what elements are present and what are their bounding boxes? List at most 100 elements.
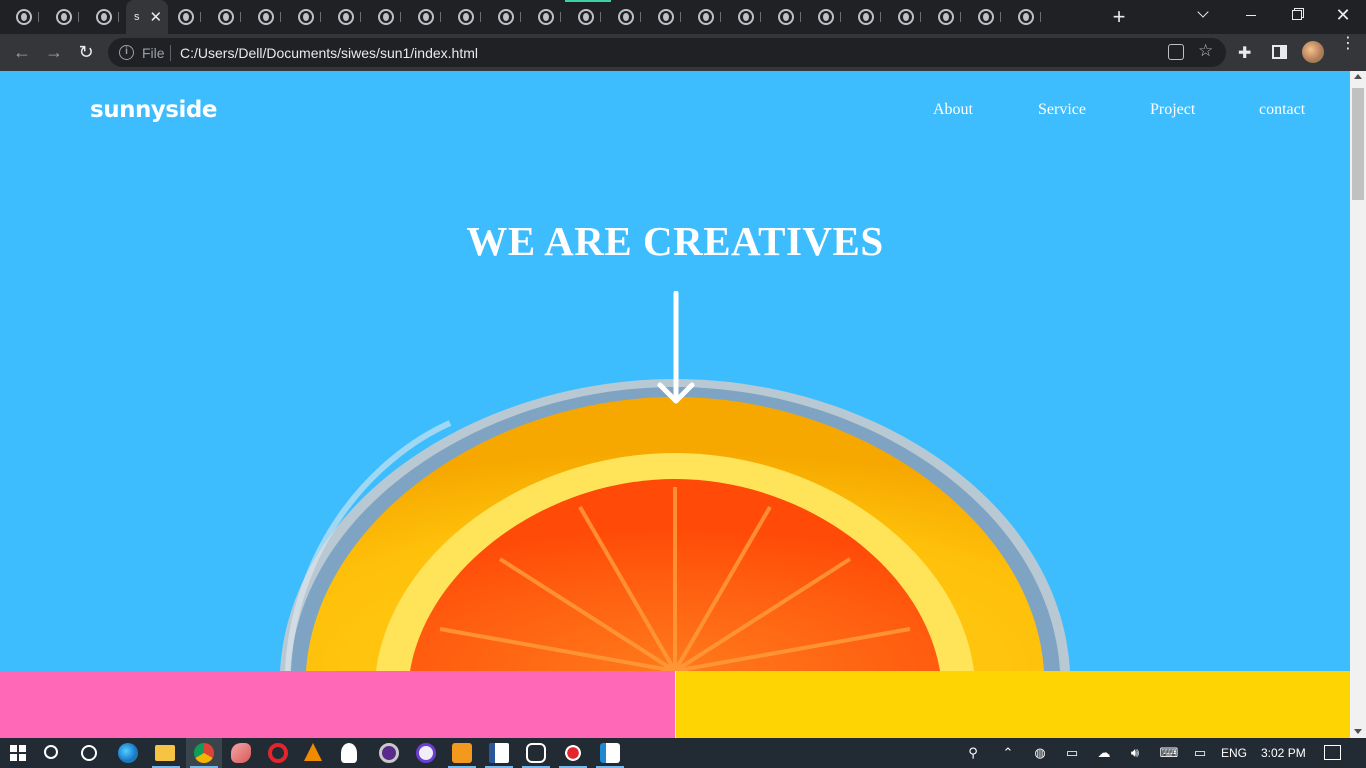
chevron-down-icon[interactable] xyxy=(1196,6,1214,24)
share-icon[interactable] xyxy=(1168,44,1184,60)
opera-icon[interactable] xyxy=(268,743,288,763)
restore-button[interactable] xyxy=(1274,0,1320,30)
browser-tab[interactable] xyxy=(568,0,608,34)
code-editor-icon[interactable] xyxy=(600,743,620,763)
globe-icon xyxy=(818,9,834,25)
back-button[interactable]: ← xyxy=(8,38,36,66)
arrow-right-icon: → xyxy=(45,41,63,62)
obs-icon[interactable] xyxy=(379,743,399,763)
search-icon[interactable] xyxy=(44,745,58,759)
browser-tab[interactable] xyxy=(648,0,688,34)
display-icon[interactable]: ▭ xyxy=(1192,745,1208,761)
new-tab-button[interactable]: + xyxy=(1108,4,1130,30)
profile-avatar[interactable] xyxy=(1302,41,1324,63)
browser-tab[interactable] xyxy=(728,0,768,34)
browser-tab[interactable] xyxy=(528,0,568,34)
browser-tab[interactable] xyxy=(6,0,46,34)
forward-button[interactable]: → xyxy=(40,38,68,66)
vlc-icon[interactable] xyxy=(304,743,322,761)
site-logo[interactable]: sunnyside xyxy=(90,97,217,123)
word-icon[interactable] xyxy=(489,743,509,763)
reload-button[interactable]: ↻ xyxy=(72,38,100,66)
browser-tab[interactable] xyxy=(288,0,328,34)
sublime-text-icon[interactable] xyxy=(452,743,472,763)
browser-tab[interactable] xyxy=(928,0,968,34)
scrollbar-thumb[interactable] xyxy=(1352,88,1364,200)
bookmark-star-icon[interactable]: ☆ xyxy=(1198,41,1213,61)
keyboard-icon[interactable]: ⌨ xyxy=(1158,745,1180,761)
nav-link-about[interactable]: About xyxy=(933,101,973,119)
nav-link-service[interactable]: Service xyxy=(1038,101,1086,119)
nav-link-contact[interactable]: contact xyxy=(1259,101,1305,119)
arrow-left-icon: ← xyxy=(13,41,31,62)
globe-icon xyxy=(618,9,634,25)
close-icon: ✕ xyxy=(1335,5,1351,25)
close-window-button[interactable]: ✕ xyxy=(1320,0,1366,30)
photos-icon[interactable] xyxy=(526,743,546,763)
volume-icon[interactable]: 🔊︎ xyxy=(1127,745,1143,761)
browser-tab[interactable] xyxy=(248,0,288,34)
cortana-icon[interactable] xyxy=(81,745,97,761)
browser-menu-icon[interactable]: ⋮ xyxy=(1340,36,1356,52)
scroll-down-arrow-icon[interactable] xyxy=(1354,729,1362,734)
extensions-puzzle-icon[interactable]: ✚ xyxy=(1238,43,1251,63)
side-panel-icon[interactable] xyxy=(1272,45,1287,59)
people-tray-icon[interactable]: ⚲ xyxy=(965,745,981,761)
chrome-icon[interactable] xyxy=(194,743,214,763)
arrow-down-icon[interactable] xyxy=(657,291,695,407)
browser-app-icon[interactable] xyxy=(416,743,436,763)
globe-icon xyxy=(498,9,514,25)
scroll-up-arrow-icon[interactable] xyxy=(1354,74,1362,79)
browser-tab[interactable] xyxy=(368,0,408,34)
edge-icon[interactable] xyxy=(118,743,138,763)
onedrive-cloud-icon[interactable]: ☁ xyxy=(1096,745,1112,761)
people-icon[interactable] xyxy=(341,743,357,763)
browser-tab[interactable] xyxy=(488,0,528,34)
paint-icon[interactable] xyxy=(231,743,251,763)
network-globe-icon[interactable]: ◍ xyxy=(1032,745,1048,761)
browser-tab[interactable] xyxy=(448,0,488,34)
browser-tab[interactable] xyxy=(968,0,1008,34)
system-clock[interactable]: 3:02 PM xyxy=(1261,738,1306,768)
browser-tab[interactable] xyxy=(688,0,728,34)
browser-tab[interactable] xyxy=(168,0,208,34)
browser-tab-active[interactable]: s ✕ xyxy=(126,0,168,34)
browser-tab[interactable] xyxy=(208,0,248,34)
notification-center-icon[interactable] xyxy=(1324,745,1341,760)
browser-tab[interactable] xyxy=(1008,0,1048,34)
restore-icon xyxy=(1292,10,1302,20)
globe-icon xyxy=(96,9,112,25)
input-language[interactable]: ENG xyxy=(1221,738,1247,768)
browser-tab[interactable] xyxy=(408,0,448,34)
browser-tab[interactable] xyxy=(86,0,126,34)
file-explorer-icon[interactable] xyxy=(155,745,175,761)
hero-orange-image xyxy=(280,379,1070,671)
windows-start-icon[interactable] xyxy=(10,745,26,761)
webpage-viewport: sunnyside About Service Project contact … xyxy=(0,71,1350,738)
page-scrollbar[interactable] xyxy=(1350,71,1366,738)
globe-icon xyxy=(178,9,194,25)
browser-tab-strip: s ✕ + ✕ xyxy=(0,0,1366,34)
browser-tab[interactable] xyxy=(808,0,848,34)
yellow-section xyxy=(675,671,1350,738)
browser-tab[interactable] xyxy=(888,0,928,34)
address-url[interactable]: C:/Users/Dell/Documents/siwes/sun1/index… xyxy=(180,45,478,61)
browser-tab[interactable] xyxy=(608,0,648,34)
address-bar[interactable]: i File C:/Users/Dell/Documents/siwes/sun… xyxy=(108,38,1226,67)
nav-link-project[interactable]: Project xyxy=(1150,101,1195,119)
browser-tab[interactable] xyxy=(768,0,808,34)
battery-icon[interactable]: ▭ xyxy=(1064,745,1080,761)
browser-tab[interactable] xyxy=(848,0,888,34)
browser-tab[interactable] xyxy=(46,0,86,34)
pink-section xyxy=(0,671,675,738)
globe-icon xyxy=(578,9,594,25)
close-tab-icon[interactable]: ✕ xyxy=(150,8,163,26)
globe-icon xyxy=(938,9,954,25)
chevron-up-icon[interactable]: ⌃ xyxy=(1000,745,1016,761)
hero-title: WE ARE CREATIVES xyxy=(466,218,884,264)
active-tab-label: s xyxy=(134,11,140,23)
minimize-button[interactable] xyxy=(1228,0,1274,30)
recorder-icon[interactable] xyxy=(563,743,583,763)
browser-tab[interactable] xyxy=(328,0,368,34)
info-icon[interactable]: i xyxy=(119,45,134,60)
